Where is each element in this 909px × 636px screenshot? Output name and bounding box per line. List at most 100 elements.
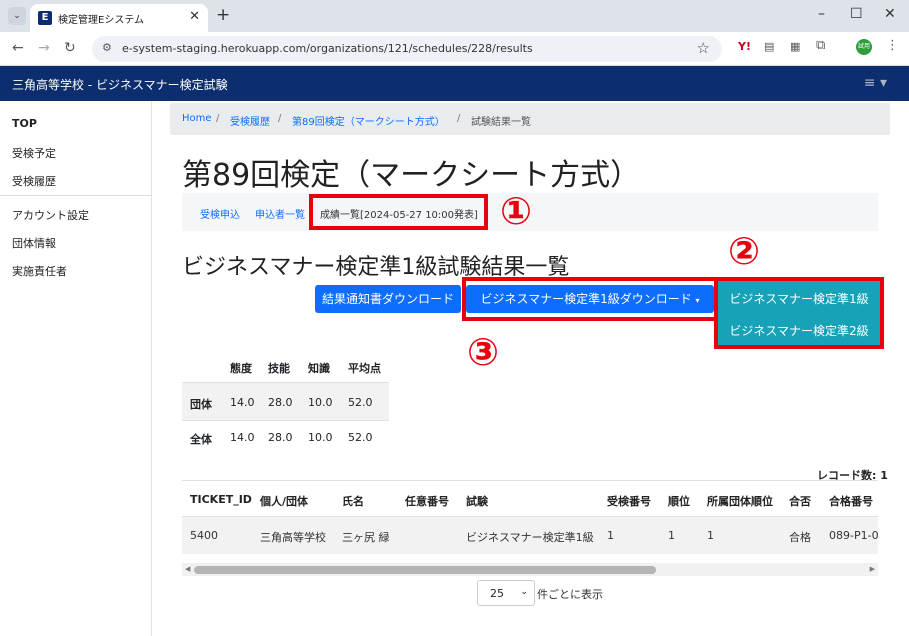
table-cell: 5400 (190, 529, 218, 542)
sidebar-item-top[interactable]: TOP (12, 117, 37, 130)
page-title: 第89回検定（マークシート方式） (182, 158, 641, 193)
summary-cell: 14.0 (230, 431, 255, 444)
summary-divider (182, 420, 389, 421)
forward-icon[interactable]: → (38, 40, 50, 56)
scroll-right-icon[interactable]: ▶ (870, 563, 875, 576)
table-cell: 1 (707, 529, 714, 542)
sidebar-item-schedule[interactable]: 受検予定 (12, 145, 56, 161)
summary-cell: 52.0 (348, 396, 373, 409)
table-header: 合否 (789, 495, 811, 508)
new-tab-icon[interactable]: + (216, 5, 230, 25)
table-row-cells: 5400 三角高等学校 三ヶ尻 緑 ビジネスマナー検定準1級 1 1 1 合格 … (182, 517, 878, 554)
summary-row-label: 全体 (190, 433, 212, 446)
sidebar-divider (0, 195, 151, 196)
summary-cell: 10.0 (308, 396, 333, 409)
minimize-icon[interactable]: – (818, 6, 825, 22)
url-bar[interactable]: ⚙ e-system-staging.herokuapp.com/organiz… (92, 36, 722, 62)
bookmark-star-icon[interactable]: ☆ (697, 39, 710, 57)
summary-row-label: 団体 (190, 398, 212, 411)
annotation-number-3: ③ (467, 330, 500, 374)
extensions-puzzle-icon[interactable]: ⧉ (816, 38, 825, 53)
window-close-icon[interactable]: ✕ (884, 6, 896, 22)
table-cell: 1 (607, 529, 614, 542)
table-cell: 1 (668, 529, 675, 542)
close-tab-icon[interactable]: ✕ (189, 9, 200, 24)
table-header: 任意番号 (405, 495, 449, 508)
breadcrumb-history[interactable]: 受検履歴 (230, 113, 270, 128)
sidebar: TOP 受検予定 受検履歴 アカウント設定 団体情報 実施責任者 (0, 101, 152, 636)
sidebar-item-organization[interactable]: 団体情報 (12, 235, 56, 251)
scrollbar-thumb[interactable] (194, 566, 656, 574)
grade-dropdown-menu: ビジネスマナー検定準1級 ビジネスマナー検定準2級 (714, 277, 884, 349)
notice-download-button[interactable]: 結果通知書ダウンロード (315, 285, 461, 313)
summary-cell: 28.0 (268, 396, 293, 409)
sidebar-item-manager[interactable]: 実施責任者 (12, 263, 67, 279)
summary-cell: 28.0 (268, 431, 293, 444)
url-text: e-system-staging.herokuapp.com/organizat… (122, 42, 533, 55)
sidebar-item-account[interactable]: アカウント設定 (12, 207, 89, 223)
favicon-icon: E (38, 11, 52, 25)
dropdown-item-grade-pre1[interactable]: ビジネスマナー検定準1級 (718, 284, 880, 314)
table-header: TICKET_ID (190, 493, 252, 506)
navbar-brand[interactable]: 三角高等学校 - ビジネスマナー検定試験 (12, 76, 228, 93)
annotation-number-1: ① (500, 189, 533, 233)
breadcrumb-home[interactable]: Home (182, 113, 212, 124)
breadcrumb: Home / 受検履歴 / 第89回検定（マークシート方式） / 試験結果一覧 (170, 103, 890, 135)
summary-header: 平均点 (348, 362, 381, 375)
table-header: 受検番号 (607, 495, 651, 508)
grade-download-label: ビジネスマナー検定準1級ダウンロード (480, 292, 692, 306)
table-cell: 合格 (789, 531, 811, 544)
scroll-left-icon[interactable]: ◀ (185, 563, 190, 576)
table-horizontal-scrollbar[interactable]: ◀ ▶ (182, 563, 878, 576)
summary-cell: 52.0 (348, 431, 373, 444)
summary-header: 知識 (308, 362, 330, 375)
table-header: 合格番号 (829, 495, 873, 508)
summary-header: 態度 (230, 362, 252, 375)
grade-download-dropdown-button[interactable]: ビジネスマナー検定準1級ダウンロード ▾ (466, 285, 714, 313)
subnav-apply-link[interactable]: 受検申込 (200, 206, 240, 221)
extension-qr-icon[interactable]: ▦ (790, 40, 800, 53)
browser-tab-bar: ⌄ E 検定管理Eシステム ✕ + – ☐ ✕ (0, 0, 909, 32)
app-navbar: 三角高等学校 - ビジネスマナー検定試験 ≡ ▾ (0, 66, 909, 101)
breadcrumb-separator: / (216, 113, 220, 124)
site-info-icon[interactable]: ⚙ (102, 41, 112, 54)
sidebar-item-history[interactable]: 受検履歴 (12, 173, 56, 189)
table-cell: 089-P1-00( (829, 529, 878, 542)
breadcrumb-exam[interactable]: 第89回検定（マークシート方式） (292, 113, 445, 128)
subnav-applicants-link[interactable]: 申込者一覧 (255, 206, 305, 221)
annotation-number-2: ② (728, 229, 761, 273)
table-header: 個人/団体 (260, 495, 309, 508)
table-header: 所属団体順位 (707, 495, 773, 508)
profile-avatar[interactable]: 試用 (856, 39, 872, 55)
annotation-box-1 (309, 194, 488, 230)
table-divider (182, 480, 878, 481)
extension-screen-icon[interactable]: ▤ (764, 40, 774, 53)
dropdown-item-grade-pre2[interactable]: ビジネスマナー検定準2級 (718, 316, 880, 346)
summary-header: 技能 (268, 362, 290, 375)
breadcrumb-separator: / (278, 113, 282, 124)
per-page-value: 25 (490, 587, 504, 600)
chevron-down-icon: ⌄ (520, 587, 528, 597)
extension-yahoo-icon[interactable]: Y! (738, 40, 751, 53)
table-header: 試験 (466, 495, 488, 508)
tab-search-icon[interactable]: ⌄ (8, 7, 26, 25)
tab-title: 検定管理Eシステム (58, 15, 145, 26)
breadcrumb-current: 試験結果一覧 (471, 117, 531, 128)
maximize-icon[interactable]: ☐ (850, 6, 863, 22)
table-header: 氏名 (342, 495, 364, 508)
back-icon[interactable]: ← (12, 40, 24, 56)
hamburger-menu-icon[interactable]: ≡ ▾ (864, 75, 887, 91)
caret-down-icon: ▾ (695, 296, 700, 305)
breadcrumb-separator: / (457, 113, 461, 124)
browser-menu-icon[interactable]: ⋮ (886, 38, 899, 53)
per-page-label: 件ごとに表示 (537, 588, 603, 601)
table-cell: 三ヶ尻 緑 (342, 531, 390, 544)
table-header: 順位 (668, 495, 690, 508)
browser-tab[interactable]: E 検定管理Eシステム ✕ (30, 4, 208, 32)
table-cell: 三角高等学校 (260, 531, 326, 544)
table-cell: ビジネスマナー検定準1級 (466, 531, 594, 544)
reload-icon[interactable]: ↻ (64, 40, 76, 56)
summary-cell: 10.0 (308, 431, 333, 444)
per-page-select[interactable]: 25 ⌄ (477, 580, 535, 606)
summary-cell: 14.0 (230, 396, 255, 409)
